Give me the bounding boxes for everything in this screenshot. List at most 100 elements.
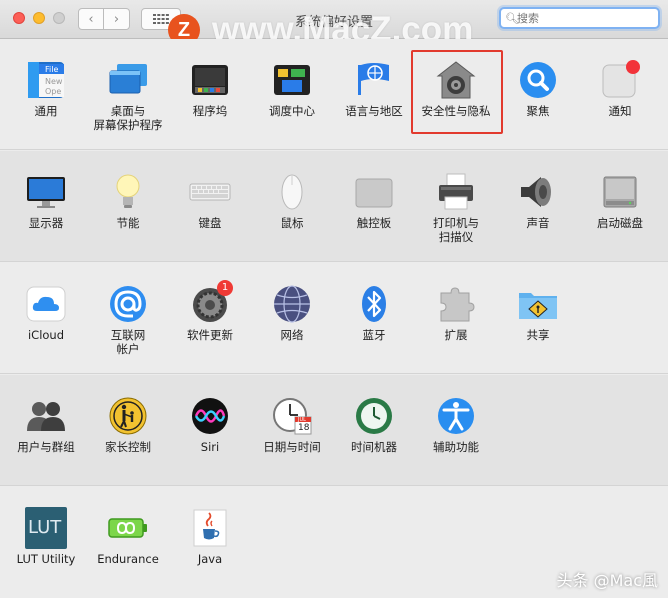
pane-label: 声音 [526, 216, 550, 230]
pane-label: 键盘 [198, 216, 222, 230]
pane-bluetooth[interactable]: 蓝牙 [333, 283, 415, 342]
update-count-badge: 1 [217, 280, 233, 296]
pane-icloud[interactable]: iCloud [5, 283, 87, 342]
pane-label: 启动磁盘 [597, 216, 643, 230]
mission-control-icon [271, 59, 313, 101]
pane-label: Siri [200, 440, 220, 454]
pane-notifications[interactable]: 通知 [579, 59, 661, 118]
accessibility-icon [435, 395, 477, 437]
pane-label: 时间机器 [351, 440, 397, 454]
pane-lut-utility[interactable]: LUT LUT Utility [5, 507, 87, 566]
parental-icon [107, 395, 149, 437]
bulb-icon [107, 171, 149, 213]
pane-desktop[interactable]: 桌面与 屏幕保护程序 [87, 59, 169, 132]
pane-label: 扩展 [444, 328, 468, 342]
footer-watermark: 头条 @Mac風 [556, 571, 659, 590]
preferences-section-internet: iCloud 互联网 帐户 1 软件更新 网络 蓝牙 扩展 共享 [0, 263, 668, 374]
pane-label: 打印机与 扫描仪 [433, 216, 479, 244]
pane-label: 软件更新 [187, 328, 233, 342]
pane-label: iCloud [27, 328, 65, 342]
keyboard-icon [189, 171, 231, 213]
users-icon [25, 395, 67, 437]
pane-label: 网络 [280, 328, 304, 342]
preferences-section-system: 用户与群组 家长控制 Siri JUL 18 日期与时间 时间机器 辅助功能 [0, 375, 668, 486]
pane-label: 节能 [116, 216, 140, 230]
pane-dock[interactable]: 程序坞 [169, 59, 251, 118]
pane-parental[interactable]: 家长控制 [87, 395, 169, 454]
pane-java[interactable]: Java [169, 507, 251, 566]
pane-mouse[interactable]: 鼠标 [251, 171, 333, 230]
pane-startup-disk[interactable]: 启动磁盘 [579, 171, 661, 230]
lut-icon-text: LUT [28, 517, 62, 538]
highlight-frame [411, 50, 503, 134]
language-icon [353, 59, 395, 101]
pane-siri[interactable]: Siri [169, 395, 251, 454]
pane-keyboard[interactable]: 键盘 [169, 171, 251, 230]
pane-label: 互联网 帐户 [110, 328, 146, 356]
pane-label: 语言与地区 [345, 104, 403, 118]
pane-trackpad[interactable]: 触控板 [333, 171, 415, 230]
pane-sound[interactable]: 声音 [497, 171, 579, 230]
pane-label: 桌面与 屏幕保护程序 [93, 104, 163, 132]
pane-internet-accounts[interactable]: 互联网 帐户 [87, 283, 169, 356]
pane-printers[interactable]: 打印机与 扫描仪 [415, 171, 497, 244]
pane-label: 聚焦 [526, 104, 550, 118]
pane-label: 蓝牙 [362, 328, 386, 342]
java-cup-icon [189, 507, 231, 549]
general-icon-text-new: New [45, 77, 63, 86]
pane-endurance[interactable]: Endurance [87, 507, 169, 566]
pane-label: 显示器 [28, 216, 64, 230]
bluetooth-icon [353, 283, 395, 325]
siri-icon [189, 395, 231, 437]
battery-infinity-icon [107, 507, 149, 549]
preferences-section-hardware: 显示器 节能 键盘 鼠标 触控板 打印机与 扫描仪 声音 启动磁盘 [0, 151, 668, 262]
pane-label: 鼠标 [280, 216, 304, 230]
gear-icon: 1 [189, 280, 233, 325]
dock-icon [189, 59, 231, 101]
spotlight-icon [517, 59, 559, 101]
pane-label: 通知 [608, 104, 632, 118]
pane-label: 用户与群组 [17, 440, 75, 454]
pane-label: Endurance [97, 552, 159, 566]
pane-spotlight[interactable]: 聚焦 [497, 59, 579, 118]
pane-sharing[interactable]: 共享 [497, 283, 579, 342]
puzzle-icon [435, 283, 477, 325]
preferences-section-personal: File New Ope 通用 桌面与 屏幕保护程序 程序坞 调度中心 语言与地… [0, 39, 668, 150]
pane-network[interactable]: 网络 [251, 283, 333, 342]
speaker-icon [517, 171, 559, 213]
pane-label: LUT Utility [16, 552, 76, 566]
printer-icon [435, 171, 477, 213]
calendar-day: 18 [298, 423, 310, 433]
pane-date-time[interactable]: JUL 18 日期与时间 [251, 395, 333, 454]
desktop-icon [107, 59, 149, 101]
search-input[interactable] [517, 10, 652, 26]
pane-time-machine[interactable]: 时间机器 [333, 395, 415, 454]
pane-label: 日期与时间 [263, 440, 321, 454]
disk-icon [599, 171, 641, 213]
at-icon [107, 283, 149, 325]
pane-energy[interactable]: 节能 [87, 171, 169, 230]
notifications-icon [599, 59, 641, 101]
lut-icon: LUT [25, 507, 67, 549]
pane-displays[interactable]: 显示器 [5, 171, 87, 230]
pane-language[interactable]: 语言与地区 [333, 59, 415, 118]
pane-label: 触控板 [356, 216, 392, 230]
pane-users[interactable]: 用户与群组 [5, 395, 87, 454]
pane-label: 程序坞 [192, 104, 228, 118]
trackpad-icon [353, 171, 395, 213]
pane-label: 共享 [526, 328, 550, 342]
pane-label: 辅助功能 [433, 440, 479, 454]
search-field[interactable]: 🔍︎ [499, 7, 660, 29]
pane-extensions[interactable]: 扩展 [415, 283, 497, 342]
pane-mission-control[interactable]: 调度中心 [251, 59, 333, 118]
mouse-icon [271, 171, 313, 213]
pane-general[interactable]: File New Ope 通用 [5, 59, 87, 118]
pane-software-update[interactable]: 1 软件更新 [169, 280, 251, 342]
pane-accessibility[interactable]: 辅助功能 [415, 395, 497, 454]
globe-icon [271, 283, 313, 325]
pane-label: 家长控制 [105, 440, 151, 454]
sharing-folder-icon [517, 283, 559, 325]
general-icon: File New Ope [25, 59, 67, 101]
time-machine-icon [353, 395, 395, 437]
pane-label: Java [197, 552, 223, 566]
